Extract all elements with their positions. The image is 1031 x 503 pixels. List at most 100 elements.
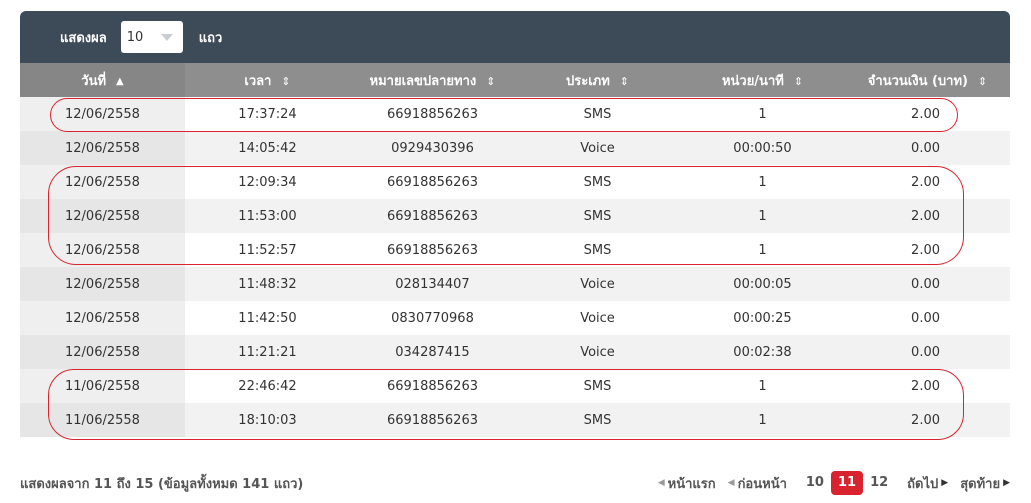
next-page-button[interactable]: ถัดไป ▶ xyxy=(907,473,948,494)
table-cell: SMS xyxy=(515,403,680,437)
skip-back-icon: ◀ xyxy=(657,478,665,488)
table-footer: แสดงผลจาก 11 ถึง 15 (ข้อมูลทั้งหมด 141 แ… xyxy=(20,470,1010,496)
table-cell: 2.00 xyxy=(845,199,1010,233)
table-cell: 11:21:21 xyxy=(185,335,350,369)
table-cell: 1 xyxy=(680,165,845,199)
table-cell: Voice xyxy=(515,131,680,165)
last-page-label: สุดท้าย xyxy=(960,476,1001,492)
table-cell: 66918856263 xyxy=(350,233,515,267)
column-header-label: หมายเลขปลายทาง xyxy=(369,73,477,89)
table-row: 12/06/2558 11:21:21 034287415 Voice 00:02:38… xyxy=(20,335,1010,369)
table-cell: 12:09:34 xyxy=(185,165,350,199)
table-cell: 2.00 xyxy=(845,165,1010,199)
column-header-0[interactable]: วันที่ ▲ xyxy=(20,63,185,97)
table-cell: 00:00:25 xyxy=(680,301,845,335)
table-cell: 0830770968 xyxy=(350,301,515,335)
table-row: 12/06/2558 11:42:50 0830770968 Voice 00:00:2… xyxy=(20,301,1010,335)
column-header-label: หน่วย/นาที xyxy=(721,73,784,89)
table-container: แสดงผล 10 แถว วันที่ ▲ เวลา ⇕ หมายเลขปลายทาง… xyxy=(20,11,1010,437)
pagination: ◀ หน้าแรก ◀ ก่อนหน้า 10 11 12 ถัดไป ▶ สุดท… xyxy=(646,471,1010,495)
table-cell: 12/06/2558 xyxy=(20,267,185,301)
table-cell: 11:42:50 xyxy=(185,301,350,335)
table-cell: 2.00 xyxy=(845,403,1010,437)
table-row: 11/06/2558 18:10:03 66918856263 SMS 1 2.00 xyxy=(20,403,1010,437)
caret-right-icon: ▶ xyxy=(941,478,949,488)
show-label: แสดงผล xyxy=(60,30,107,46)
table-cell: 0.00 xyxy=(845,335,1010,369)
column-header-2[interactable]: หมายเลขปลายทาง ⇕ xyxy=(350,63,515,97)
page-numbers: 10 11 12 xyxy=(799,471,895,495)
table-cell: 1 xyxy=(680,403,845,437)
table-toolbar: แสดงผล 10 แถว xyxy=(20,11,1010,63)
chevron-down-icon xyxy=(160,33,173,41)
table-cell: 12/06/2558 xyxy=(20,131,185,165)
table-cell: 11:52:57 xyxy=(185,233,350,267)
page-length-value: 10 xyxy=(126,29,144,45)
page-10-button[interactable]: 10 xyxy=(799,471,831,495)
sort-icon: ⇕ xyxy=(486,74,496,88)
table-cell: 0.00 xyxy=(845,131,1010,165)
table-cell: Voice xyxy=(515,335,680,369)
last-page-button[interactable]: สุดท้าย ▶ xyxy=(960,473,1010,494)
column-header-label: ประเภท xyxy=(565,73,610,89)
table-cell: 2.00 xyxy=(845,97,1010,131)
table-body: 12/06/2558 17:37:24 66918856263 SMS 1 2.00 12/… xyxy=(20,97,1010,437)
previous-page-label: ก่อนหน้า xyxy=(737,476,787,492)
table-cell: SMS xyxy=(515,369,680,403)
table-cell: SMS xyxy=(515,199,680,233)
table-header: วันที่ ▲ เวลา ⇕ หมายเลขปลายทาง ⇕ ประเภท ⇕ หน่วย/… xyxy=(20,63,1010,97)
table-cell: 12/06/2558 xyxy=(20,335,185,369)
table-cell: 17:37:24 xyxy=(185,97,350,131)
table-cell: 0.00 xyxy=(845,301,1010,335)
table-cell: 12/06/2558 xyxy=(20,97,185,131)
sort-ascending-icon: ▲ xyxy=(116,75,124,87)
table-row: 12/06/2558 14:05:42 0929430396 Voice 00:00:5… xyxy=(20,131,1010,165)
table-cell: 66918856263 xyxy=(350,369,515,403)
next-page-label: ถัดไป xyxy=(907,476,939,492)
column-header-label: วันที่ xyxy=(81,73,107,89)
caret-left-icon: ◀ xyxy=(727,478,735,488)
table-cell: 11:48:32 xyxy=(185,267,350,301)
first-page-label: หน้าแรก xyxy=(667,476,716,492)
table-cell: 14:05:42 xyxy=(185,131,350,165)
table-cell: 12/06/2558 xyxy=(20,233,185,267)
table-row: 11/06/2558 22:46:42 66918856263 SMS 1 2.00 xyxy=(20,369,1010,403)
column-header-label: จำนวนเงิน (บาท) xyxy=(867,73,968,89)
page-11-button[interactable]: 11 xyxy=(830,471,864,495)
table-row: 12/06/2558 17:37:24 66918856263 SMS 1 2.00 xyxy=(20,97,1010,131)
table-row: 12/06/2558 11:53:00 66918856263 SMS 1 2.00 xyxy=(20,199,1010,233)
column-header-1[interactable]: เวลา ⇕ xyxy=(185,63,350,97)
column-header-5[interactable]: จำนวนเงิน (บาท) ⇕ xyxy=(845,63,1010,97)
table-cell: 1 xyxy=(680,233,845,267)
first-page-button[interactable]: ◀ หน้าแรก xyxy=(658,473,716,494)
page-12-button[interactable]: 12 xyxy=(863,471,895,495)
sort-icon: ⇕ xyxy=(619,74,630,88)
table-row: 12/06/2558 11:52:57 66918856263 SMS 1 2.00 xyxy=(20,233,1010,267)
table-cell: SMS xyxy=(515,233,680,267)
table-cell: 12/06/2558 xyxy=(20,301,185,335)
table-cell: 66918856263 xyxy=(350,165,515,199)
table-cell: 2.00 xyxy=(845,233,1010,267)
table-cell: 0929430396 xyxy=(350,131,515,165)
table-cell: 12/06/2558 xyxy=(20,165,185,199)
column-header-4[interactable]: หน่วย/นาที ⇕ xyxy=(680,63,845,97)
table-cell: 12/06/2558 xyxy=(20,199,185,233)
column-header-3[interactable]: ประเภท ⇕ xyxy=(515,63,680,97)
table-cell: 1 xyxy=(680,369,845,403)
table-cell: 11/06/2558 xyxy=(20,369,185,403)
table-cell: 034287415 xyxy=(350,335,515,369)
table-cell: 11/06/2558 xyxy=(20,403,185,437)
table-cell: 2.00 xyxy=(845,369,1010,403)
table-cell: 22:46:42 xyxy=(185,369,350,403)
table-row: 12/06/2558 11:48:32 028134407 Voice 00:00:05… xyxy=(20,267,1010,301)
skip-forward-icon: ▶ xyxy=(1003,478,1010,488)
table-info: แสดงผลจาก 11 ถึง 15 (ข้อมูลทั้งหมด 141 แ… xyxy=(20,476,304,492)
column-header-label: เวลา xyxy=(244,73,272,89)
page-length-select[interactable]: 10 xyxy=(120,21,183,53)
table-cell: 00:00:05 xyxy=(680,267,845,301)
rows-label: แถว xyxy=(198,30,223,46)
records-table: วันที่ ▲ เวลา ⇕ หมายเลขปลายทาง ⇕ ประเภท ⇕ หน่วย/… xyxy=(20,63,1010,437)
table-cell: 66918856263 xyxy=(350,403,515,437)
previous-page-button[interactable]: ◀ ก่อนหน้า xyxy=(728,473,787,494)
table-cell: Voice xyxy=(515,301,680,335)
